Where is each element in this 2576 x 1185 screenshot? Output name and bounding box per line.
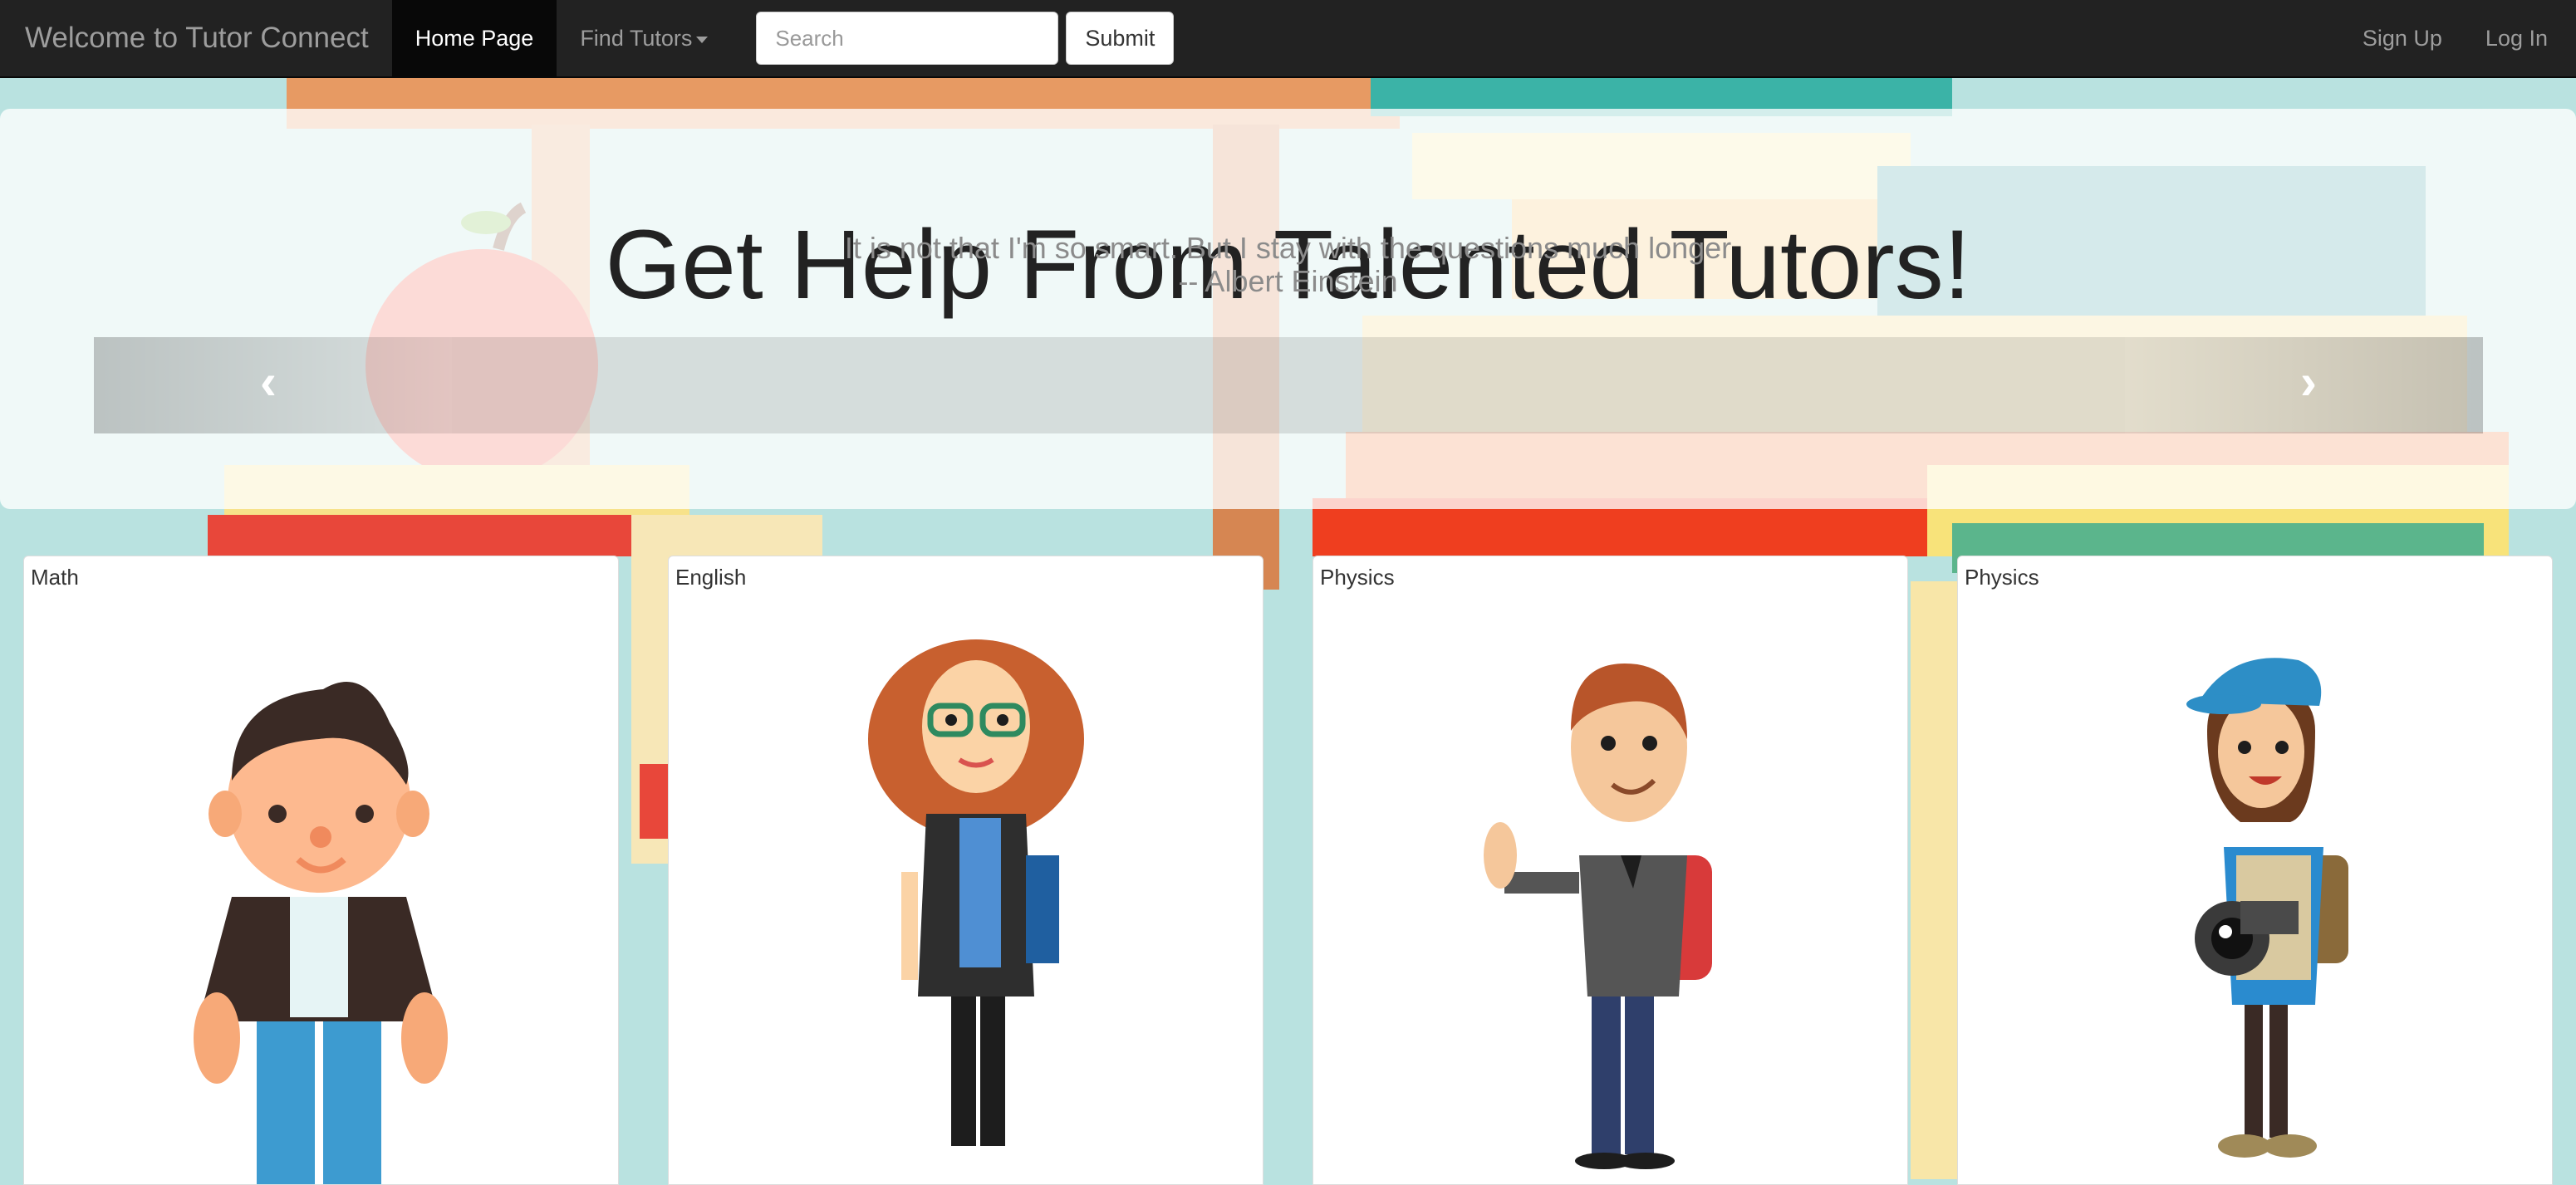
chevron-right-icon: › [2300, 354, 2317, 409]
carousel-slide [452, 337, 2125, 433]
card-subject-label: Physics [1320, 565, 1395, 590]
carousel-prev-control[interactable]: ‹ [94, 337, 452, 433]
brand-link[interactable]: Welcome to Tutor Connect [0, 0, 392, 76]
find-tutors-label: Find Tutors [580, 26, 693, 51]
tutor-card-english[interactable]: English [668, 556, 1263, 1185]
caret-down-icon [696, 36, 709, 43]
boy-tutor-illustration [194, 682, 448, 1184]
card-subject-label: Math [31, 565, 79, 590]
search-input[interactable] [756, 12, 1059, 65]
tutor-card-physics-2[interactable]: Physics [1957, 556, 2553, 1185]
submit-button[interactable]: Submit [1066, 12, 1175, 65]
girl-with-camera-illustration [2186, 658, 2348, 1158]
nav-home-page[interactable]: Home Page [391, 0, 557, 76]
card-subject-label: English [675, 565, 747, 590]
woman-with-glasses-illustration [868, 639, 1084, 1146]
nav-right-group: Sign Up Log In [2341, 0, 2576, 76]
quote-line: It is not that I'm so smart. But I stay … [844, 231, 1732, 265]
quote-text: It is not that I'm so smart. But I stay … [0, 232, 2576, 298]
quote-author: -- Albert Einstein [1178, 264, 1398, 298]
navbar: Welcome to Tutor Connect Home Page Find … [0, 0, 2576, 78]
card-subject-label: Physics [1965, 565, 2039, 590]
nav-find-tutors-dropdown[interactable]: Find Tutors [557, 0, 731, 76]
sign-up-link[interactable]: Sign Up [2341, 0, 2464, 76]
tutor-card-math[interactable]: Math [23, 556, 619, 1185]
carousel-next-control[interactable]: › [2125, 337, 2483, 433]
man-with-backpack-illustration [1484, 664, 1712, 1169]
quote-carousel: ‹ › [94, 337, 2483, 433]
log-in-link[interactable]: Log In [2464, 0, 2569, 76]
hero-jumbotron: Get Help From Talented Tutors! ‹ › It is… [0, 109, 2576, 509]
tutor-card-physics[interactable]: Physics [1313, 556, 1908, 1185]
chevron-left-icon: ‹ [260, 354, 277, 409]
